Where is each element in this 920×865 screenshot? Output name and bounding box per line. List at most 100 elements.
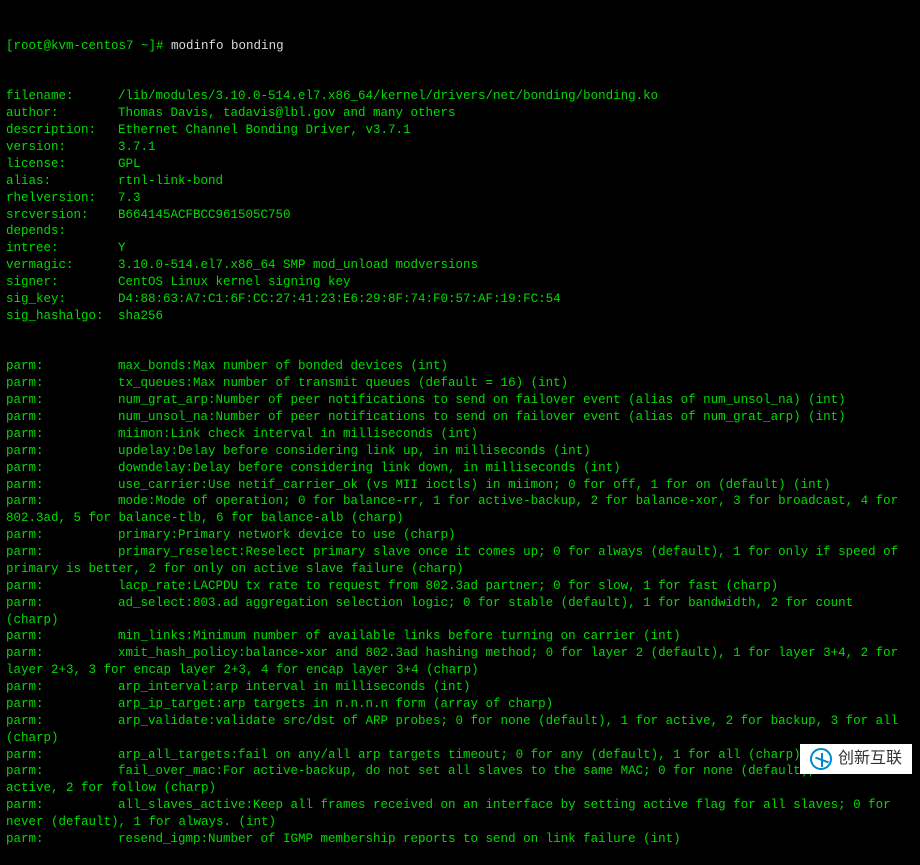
parm-line: layer 2+3, 3 for encap layer 2+3, 4 for … [6, 662, 914, 679]
parm-value: use_carrier:Use netif_carrier_ok (vs MII… [118, 478, 831, 492]
parm-value: lacp_rate:LACPDU tx rate to request from… [118, 579, 778, 593]
terminal-output[interactable]: [root@kvm-centos7 ~]# modinfo bonding fi… [6, 4, 914, 865]
parm-line: parm:primary_reselect:Reselect primary s… [6, 544, 914, 561]
field-key: vermagic: [6, 257, 118, 274]
field-key: sig_key: [6, 291, 118, 308]
field-key: author: [6, 105, 118, 122]
parm-key: parm: [6, 392, 118, 409]
parm-value: arp_ip_target:arp targets in n.n.n.n for… [118, 697, 553, 711]
parm-value: miimon:Link check interval in millisecon… [118, 427, 478, 441]
parm-line: primary is better, 2 for only on active … [6, 561, 914, 578]
parm-value: min_links:Minimum number of available li… [118, 629, 681, 643]
parm-line: (charp) [6, 730, 914, 747]
parm-line: parm:ad_select:803.ad aggregation select… [6, 595, 914, 612]
parm-key: parm: [6, 375, 118, 392]
field-line: filename:/lib/modules/3.10.0-514.el7.x86… [6, 88, 914, 105]
parm-key: parm: [6, 409, 118, 426]
field-value: Thomas Davis, tadavis@lbl.gov and many o… [118, 106, 456, 120]
parm-key: parm: [6, 763, 118, 780]
parm-key: parm: [6, 477, 118, 494]
watermark-text: 创新互联 [838, 748, 902, 770]
parm-value: ad_select:803.ad aggregation selection l… [118, 596, 853, 610]
parm-value: layer 2+3, 3 for encap layer 2+3, 4 for … [6, 663, 479, 677]
parm-value: mode:Mode of operation; 0 for balance-rr… [118, 494, 898, 508]
watermark: 创新互联 [800, 744, 912, 774]
parm-line: parm:updelay:Delay before considering li… [6, 443, 914, 460]
modinfo-parms: parm:max_bonds:Max number of bonded devi… [6, 358, 914, 847]
prompt-line: [root@kvm-centos7 ~]# modinfo bonding [6, 38, 914, 55]
parm-line: parm:arp_all_targets:fail on any/all arp… [6, 747, 914, 764]
parm-key: parm: [6, 544, 118, 561]
parm-value: tx_queues:Max number of transmit queues … [118, 376, 568, 390]
parm-value: all_slaves_active:Keep all frames receiv… [118, 798, 891, 812]
parm-line: parm:num_grat_arp:Number of peer notific… [6, 392, 914, 409]
parm-line: parm:primary:Primary network device to u… [6, 527, 914, 544]
parm-key: parm: [6, 696, 118, 713]
parm-value: arp_interval:arp interval in millisecond… [118, 680, 471, 694]
field-value: 3.7.1 [118, 140, 156, 154]
field-key: description: [6, 122, 118, 139]
parm-value: downdelay:Delay before considering link … [118, 461, 621, 475]
parm-value: xmit_hash_policy:balance-xor and 802.3ad… [118, 646, 898, 660]
parm-line: parm:arp_ip_target:arp targets in n.n.n.… [6, 696, 914, 713]
field-line: author:Thomas Davis, tadavis@lbl.gov and… [6, 105, 914, 122]
parm-line: parm:resend_igmp:Number of IGMP membersh… [6, 831, 914, 848]
field-line: signer:CentOS Linux kernel signing key [6, 274, 914, 291]
field-key: depends: [6, 223, 118, 240]
parm-key: parm: [6, 628, 118, 645]
field-line: description:Ethernet Channel Bonding Dri… [6, 122, 914, 139]
field-line: srcversion:B664145ACFBCC961505C750 [6, 207, 914, 224]
parm-value: (charp) [6, 613, 59, 627]
field-value: GPL [118, 157, 141, 171]
parm-line: never (default), 1 for always. (int) [6, 814, 914, 831]
parm-value: primary is better, 2 for only on active … [6, 562, 464, 576]
parm-value: resend_igmp:Number of IGMP membership re… [118, 832, 681, 846]
parm-value: num_grat_arp:Number of peer notification… [118, 393, 846, 407]
parm-line: parm:max_bonds:Max number of bonded devi… [6, 358, 914, 375]
field-value: CentOS Linux kernel signing key [118, 275, 351, 289]
parm-value: primary_reselect:Reselect primary slave … [118, 545, 898, 559]
parm-value: num_unsol_na:Number of peer notification… [118, 410, 846, 424]
field-key: version: [6, 139, 118, 156]
parm-value: arp_all_targets:fail on any/all arp targ… [118, 748, 801, 762]
parm-key: parm: [6, 358, 118, 375]
parm-line: parm:use_carrier:Use netif_carrier_ok (v… [6, 477, 914, 494]
field-value: /lib/modules/3.10.0-514.el7.x86_64/kerne… [118, 89, 658, 103]
field-line: depends: [6, 223, 914, 240]
parm-key: parm: [6, 645, 118, 662]
parm-value: primary:Primary network device to use (c… [118, 528, 456, 542]
parm-key: parm: [6, 595, 118, 612]
field-line: intree:Y [6, 240, 914, 257]
parm-line: active, 2 for follow (charp) [6, 780, 914, 797]
parm-value: max_bonds:Max number of bonded devices (… [118, 359, 448, 373]
field-key: sig_hashalgo: [6, 308, 118, 325]
parm-value: active, 2 for follow (charp) [6, 781, 216, 795]
parm-line: parm:mode:Mode of operation; 0 for balan… [6, 493, 914, 510]
parm-key: parm: [6, 747, 118, 764]
parm-line: parm:xmit_hash_policy:balance-xor and 80… [6, 645, 914, 662]
parm-line: (charp) [6, 612, 914, 629]
parm-key: parm: [6, 679, 118, 696]
field-value: sha256 [118, 309, 163, 323]
field-key: signer: [6, 274, 118, 291]
field-value: 3.10.0-514.el7.x86_64 SMP mod_unload mod… [118, 258, 478, 272]
prompt-user-host: [root@kvm-centos7 ~]# [6, 39, 164, 53]
parm-line: parm:min_links:Minimum number of availab… [6, 628, 914, 645]
parm-key: parm: [6, 797, 118, 814]
field-value: 7.3 [118, 191, 141, 205]
parm-value: never (default), 1 for always. (int) [6, 815, 276, 829]
field-value: B664145ACFBCC961505C750 [118, 208, 291, 222]
parm-line: parm:arp_interval:arp interval in millis… [6, 679, 914, 696]
field-line: alias:rtnl-link-bond [6, 173, 914, 190]
field-key: srcversion: [6, 207, 118, 224]
parm-value: arp_validate:validate src/dst of ARP pro… [118, 714, 898, 728]
parm-value: fail_over_mac:For active-backup, do not … [118, 764, 861, 778]
parm-key: parm: [6, 713, 118, 730]
watermark-logo-icon [810, 748, 832, 770]
field-key: rhelversion: [6, 190, 118, 207]
field-line: rhelversion:7.3 [6, 190, 914, 207]
parm-key: parm: [6, 443, 118, 460]
field-value: D4:88:63:A7:C1:6F:CC:27:41:23:E6:29:8F:7… [118, 292, 561, 306]
field-line: version:3.7.1 [6, 139, 914, 156]
parm-key: parm: [6, 426, 118, 443]
